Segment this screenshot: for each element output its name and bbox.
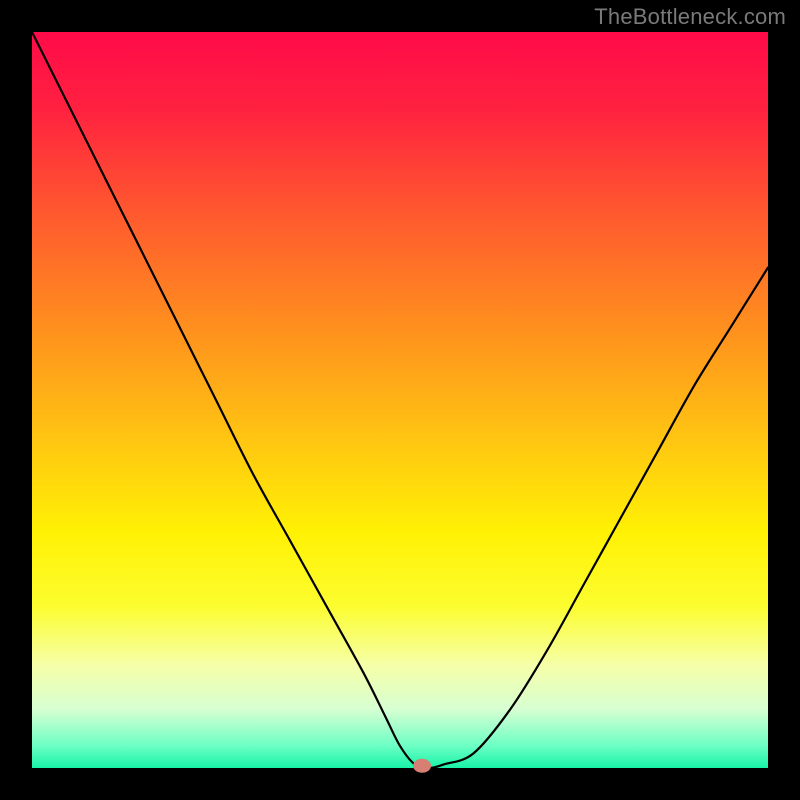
plot-background-gradient: [32, 32, 768, 768]
optimal-point-marker: [413, 759, 431, 773]
chart-frame: TheBottleneck.com: [0, 0, 800, 800]
watermark-text: TheBottleneck.com: [594, 4, 786, 30]
bottleneck-chart: [0, 0, 800, 800]
